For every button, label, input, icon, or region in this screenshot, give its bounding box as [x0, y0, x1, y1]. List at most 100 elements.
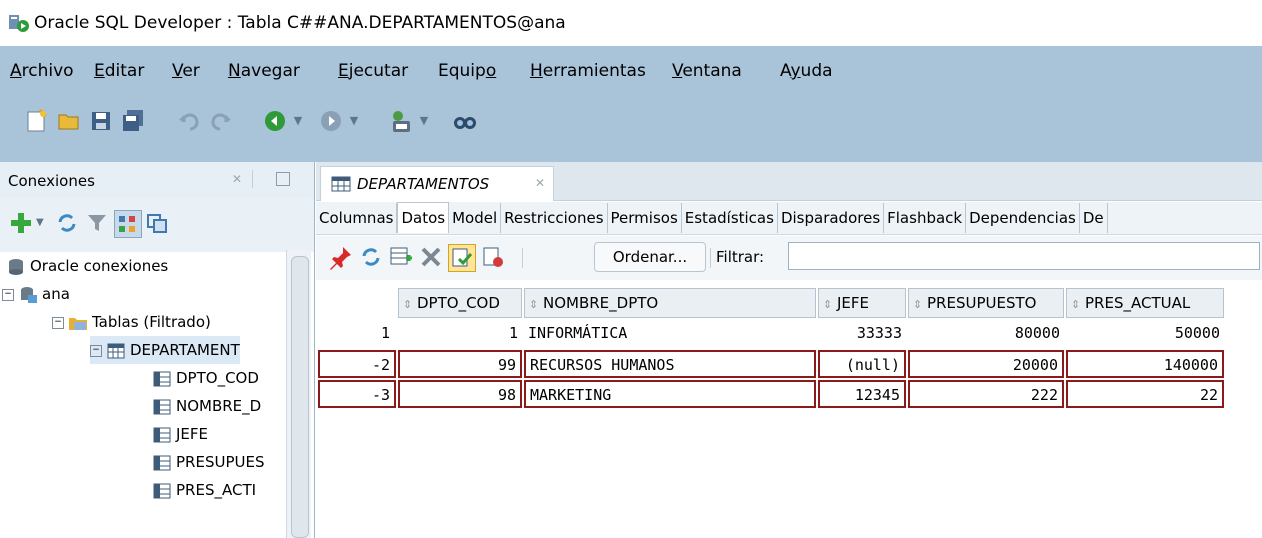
cell-dpto-cod[interactable]: 1 — [398, 320, 522, 348]
redo-icon[interactable] — [208, 108, 234, 134]
subtab-flashback[interactable]: Flashback — [884, 203, 967, 233]
forward-dropdown-icon[interactable]: ▼ — [346, 108, 362, 134]
table-icon — [331, 176, 351, 192]
sort-button[interactable]: Ordenar... — [594, 242, 706, 272]
tree-column[interactable]: JEFE — [152, 420, 208, 448]
column-icon — [153, 455, 171, 470]
close-panel-icon[interactable]: ✕ — [232, 172, 242, 186]
back-icon[interactable] — [262, 108, 288, 134]
cell-jefe[interactable]: 12345 — [818, 380, 906, 408]
tree-oracle-connections[interactable]: Oracle conexiones — [6, 252, 168, 280]
open-icon[interactable] — [56, 108, 82, 134]
menu-editar[interactable]: Editar — [94, 60, 144, 82]
minimize-panel-icon[interactable] — [276, 172, 290, 186]
row-number[interactable]: -2 — [318, 350, 396, 378]
add-connection-icon[interactable] — [8, 210, 34, 236]
subtab-restricciones[interactable]: Restricciones — [501, 203, 608, 233]
tree-column[interactable]: PRESUPUES — [152, 448, 264, 476]
column-icon — [153, 371, 171, 386]
filter-input[interactable] — [788, 242, 1260, 270]
menu-ver[interactable]: Ver — [172, 60, 200, 82]
back-dropdown-icon[interactable]: ▼ — [290, 108, 306, 134]
cell-nombre-dpto[interactable]: RECURSOS HUMANOS — [524, 350, 816, 378]
sql-worksheet-icon[interactable] — [388, 108, 414, 134]
save-icon[interactable] — [88, 108, 114, 134]
tree-column[interactable]: NOMBRE_D — [152, 392, 261, 420]
forward-icon[interactable] — [318, 108, 344, 134]
menu-ventana[interactable]: Ventana — [672, 60, 742, 82]
menu-archivo[interactable]: Archivo — [10, 60, 74, 82]
column-header-pres-actual[interactable]: ⇕ PRES_ACTUAL — [1066, 288, 1224, 318]
insert-row-icon[interactable] — [388, 244, 414, 270]
cell-jefe[interactable]: (null) — [818, 350, 906, 378]
schema-browser-icon[interactable] — [114, 210, 142, 238]
tree-column[interactable]: DPTO_COD — [152, 364, 259, 392]
connections-panel-title: Conexiones — [8, 172, 95, 190]
column-header-presupuesto[interactable]: ⇕ PRESUPUESTO — [908, 288, 1064, 318]
cell-presupuesto[interactable]: 20000 — [908, 350, 1064, 378]
subtab-permisos[interactable]: Permisos — [608, 203, 682, 233]
cell-presupuesto[interactable]: 222 — [908, 380, 1064, 408]
column-header-jefe[interactable]: ⇕ JEFE — [818, 288, 906, 318]
subtab-de[interactable]: De — [1080, 203, 1108, 233]
subtab-estadisticas[interactable]: Estadísticas — [682, 203, 778, 233]
commit-icon[interactable] — [448, 244, 476, 272]
refresh-icon[interactable] — [54, 210, 80, 236]
cell-presupuesto[interactable]: 80000 — [908, 320, 1064, 348]
subtab-dependencias[interactable]: Dependencias — [966, 203, 1080, 233]
new-icon[interactable] — [24, 108, 50, 134]
cell-pres-actual[interactable]: 140000 — [1066, 350, 1224, 378]
row-number[interactable]: -3 — [318, 380, 396, 408]
tree-table-departamentos[interactable]: − DEPARTAMENT — [90, 336, 240, 364]
refresh-icon[interactable] — [358, 244, 384, 270]
cell-nombre-dpto[interactable]: INFORMÁTICA — [524, 320, 816, 348]
pin-icon[interactable] — [328, 244, 354, 270]
table-icon — [107, 343, 125, 358]
sort-icon: ⇕ — [403, 298, 413, 311]
tab-label: DEPARTAMENTOS — [357, 175, 490, 193]
cell-nombre-dpto[interactable]: MARKETING — [524, 380, 816, 408]
subtab-disparadores[interactable]: Disparadores — [778, 203, 885, 233]
subtab-datos[interactable]: Datos — [397, 202, 450, 233]
menu-herramientas[interactable]: Herramientas — [530, 60, 646, 82]
menu-equipo[interactable]: Equipo — [438, 60, 496, 82]
collapse-toggle-icon[interactable]: − — [52, 316, 64, 329]
menu-navegar[interactable]: Navegar — [228, 60, 300, 82]
row-number[interactable]: 1 — [320, 320, 394, 348]
subtab-model[interactable]: Model — [449, 203, 502, 233]
save-all-icon[interactable] — [120, 108, 146, 134]
collapse-toggle-icon[interactable]: − — [2, 288, 14, 301]
app-icon — [9, 15, 29, 32]
menu-ejecutar[interactable]: Ejecutar — [338, 60, 408, 82]
tab-departamentos[interactable]: DEPARTAMENTOS ✕ — [320, 166, 554, 201]
sql-dropdown-icon[interactable]: ▼ — [416, 108, 432, 134]
filter-icon[interactable] — [84, 210, 110, 236]
cell-pres-actual[interactable]: 50000 — [1066, 320, 1224, 348]
close-tab-icon[interactable]: ✕ — [535, 176, 545, 190]
cell-jefe[interactable]: 33333 — [818, 320, 906, 348]
column-icon — [153, 427, 171, 442]
delete-row-icon[interactable] — [418, 244, 444, 270]
cell-dpto-cod[interactable]: 99 — [398, 350, 522, 378]
tree-tables-filtered[interactable]: − Tablas (Filtrado) — [52, 308, 211, 336]
panel-header-divider — [252, 170, 253, 188]
column-header-dpto-cod[interactable]: ⇕ DPTO_COD — [398, 288, 522, 318]
binoculars-icon[interactable] — [452, 108, 478, 134]
tree-scrollbar[interactable] — [286, 250, 311, 538]
scrollbar-thumb[interactable] — [291, 256, 309, 538]
cell-dpto-cod[interactable]: 98 — [398, 380, 522, 408]
rollback-icon[interactable] — [480, 244, 506, 270]
column-header-nombre-dpto[interactable]: ⇕ NOMBRE_DPTO — [524, 288, 816, 318]
cell-pres-actual[interactable]: 22 — [1066, 380, 1224, 408]
folder-icon — [69, 317, 87, 330]
tree-column[interactable]: PRES_ACTI — [152, 476, 256, 504]
add-connection-dropdown-icon[interactable]: ▼ — [36, 210, 48, 236]
collapse-icon[interactable] — [144, 210, 170, 236]
connections-tree: Oracle conexiones − ana − Tablas (Filtrado… — [0, 252, 300, 538]
subtab-columnas[interactable]: Columnas — [316, 203, 398, 233]
database-icon — [9, 258, 23, 275]
undo-icon[interactable] — [176, 108, 202, 134]
menu-ayuda[interactable]: Ayuda — [780, 60, 833, 82]
tree-connection-ana[interactable]: − ana — [2, 280, 70, 308]
collapse-toggle-icon[interactable]: − — [90, 344, 102, 357]
